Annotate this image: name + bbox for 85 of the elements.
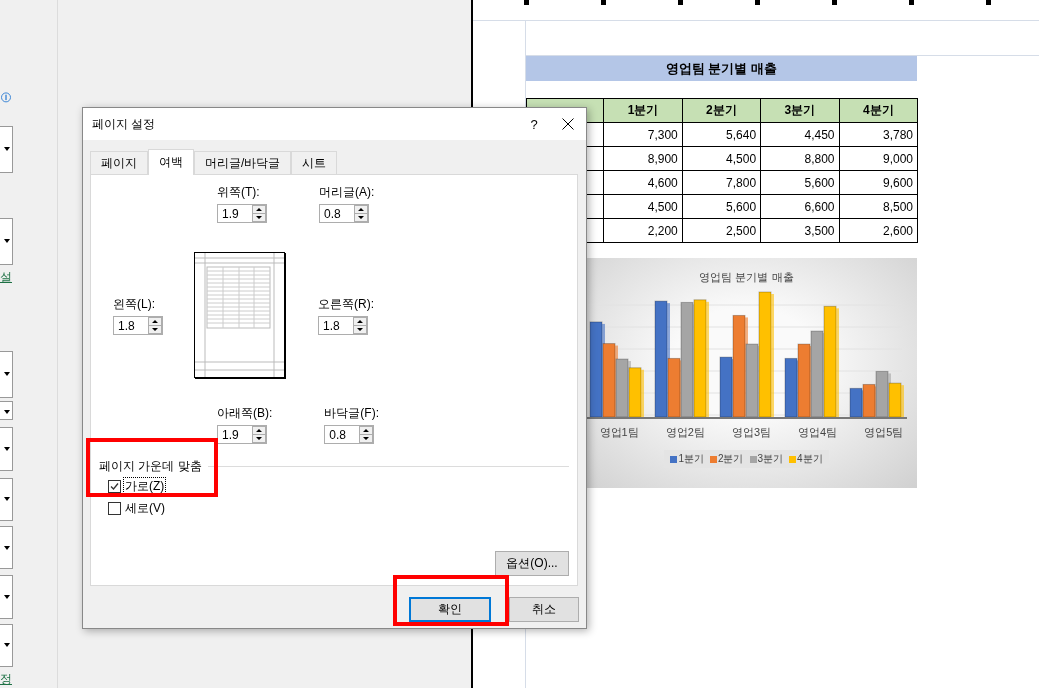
header-cell: 3분기 [760,98,840,123]
margin-handle[interactable] [909,0,914,5]
header-cell: 2분기 [682,98,761,123]
margin-handle[interactable] [832,0,837,5]
checkbox[interactable]: 세로(V) [108,500,166,517]
options-button[interactable]: 옵션(O)... [495,551,569,576]
field-label: 아래쪽(B): [217,405,273,422]
legend-item: 2분기 [709,452,744,466]
bar [849,387,865,418]
table-cell: 5,600 [760,170,840,195]
margin-handle[interactable] [986,0,991,5]
legend-item: 4분기 [789,452,823,466]
sheet-title: 영업팀 분기별 매출 [526,56,917,81]
bar [888,382,904,418]
table-cell: 8,800 [760,146,840,171]
table-cell: 4,500 [682,146,761,171]
chart-title: 영업팀 분기별 매출 [699,270,794,285]
table-cell: 2,600 [839,218,918,243]
category-label: 영업5팀 [864,425,904,440]
table-cell: 8,900 [603,146,683,171]
tab[interactable]: 머리글/바닥글 [194,151,292,174]
table-cell: 2,500 [682,218,761,243]
field-label: 바닥글(F): [324,405,379,422]
spin-arrows-icon[interactable] [252,426,266,443]
table-cell: 7,800 [682,170,761,195]
field-label: 위쪽(T): [217,184,261,201]
bar [628,367,644,418]
category-label: 영업2팀 [665,425,705,440]
table-cell: 6,600 [760,194,840,219]
field-label: 머리글(A): [319,184,375,201]
dialog-button[interactable]: 확인 [409,597,491,622]
dialog-button[interactable]: 취소 [509,597,579,622]
link-text[interactable]: 설 [0,268,12,286]
category-label: 영업1팀 [599,425,639,440]
legend-item: 3분기 [749,452,784,466]
legend-item: 1분기 [670,452,704,466]
table-cell: 4,450 [760,122,840,147]
spin-arrows-icon[interactable] [359,426,374,443]
table-cell: 5,640 [682,122,761,147]
margin-handle[interactable] [524,0,529,5]
spin-arrows-icon[interactable] [252,205,266,222]
table-cell: 4,500 [603,194,683,219]
tab[interactable]: 여백 [148,149,194,175]
table-cell: 9,600 [839,170,918,195]
spin-field[interactable]: 1.8 [113,316,163,335]
table-cell: 4,600 [603,170,683,195]
checkbox[interactable]: 가로(Z) [108,478,166,495]
category-label: 영업3팀 [731,425,772,440]
table-cell: 7,300 [603,122,683,147]
table-cell: 3,780 [839,122,918,147]
table-cell: 2,200 [603,218,683,243]
table-cell: 9,000 [839,146,918,171]
spin-field[interactable]: 0.8 [324,425,375,444]
link-text[interactable]: 정 [0,671,12,688]
margin-handle[interactable] [601,0,606,5]
table-cell: 8,500 [839,194,918,219]
spin-field[interactable]: 1.8 [318,316,368,335]
spin-field[interactable]: 0.8 [319,204,369,223]
bar [875,370,891,418]
table-cell: 5,600 [682,194,761,219]
info-icon[interactable] [0,92,12,103]
dialog-title: 페이지 설정 [92,115,157,133]
bar [615,358,631,418]
spin-field[interactable]: 1.9 [217,204,267,223]
header-cell: 4분기 [839,98,918,123]
tab[interactable]: 페이지 [90,151,148,174]
spin-arrows-icon[interactable] [353,317,367,334]
help-button[interactable]: ? [514,116,554,132]
close-icon[interactable] [562,118,574,130]
bar [784,357,800,418]
group-label: 페이지 가운데 맞춤 [99,458,202,475]
spin-field[interactable]: 1.9 [217,425,267,444]
spin-arrows-icon[interactable] [148,317,162,334]
margin-handle[interactable] [755,0,760,5]
margin-handle[interactable] [678,0,683,5]
field-label: 왼쪽(L): [113,296,156,313]
header-cell: 1분기 [603,98,683,123]
dropdown[interactable] [0,400,13,421]
field-label: 오른쪽(R): [318,296,374,313]
category-label: 영업4팀 [798,425,838,440]
bar [862,383,878,418]
table-cell: 3,500 [760,218,840,243]
check-icon [110,482,119,491]
tab[interactable]: 시트 [291,151,338,174]
spin-arrows-icon[interactable] [354,205,368,222]
